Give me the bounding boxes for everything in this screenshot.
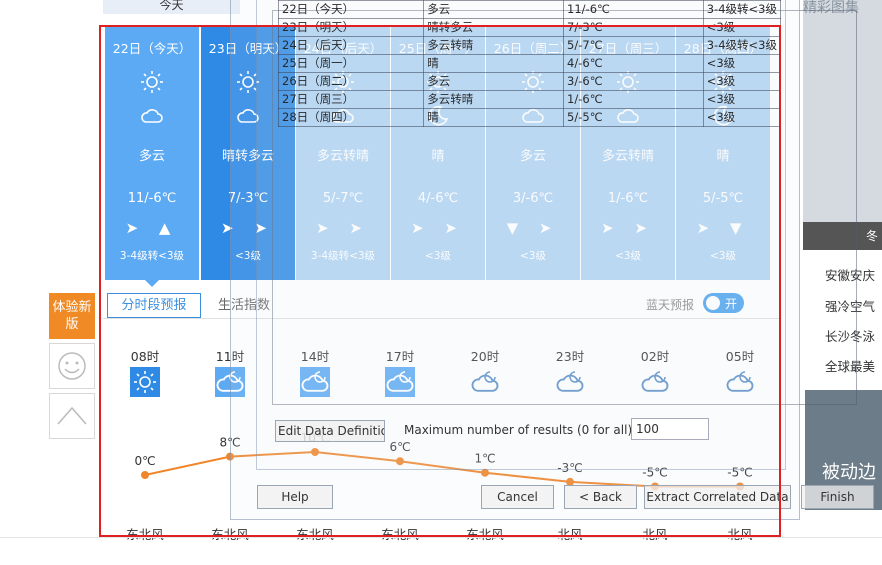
- cancel-button[interactable]: Cancel: [481, 485, 554, 509]
- hour-wind: 北风: [727, 527, 753, 542]
- day-column[interactable]: 22日（今天） 多云 11/-6℃ ➤ ▲ 3-4级转<3级: [105, 27, 199, 287]
- extract-correlated-data-button[interactable]: Extract Correlated Data: [644, 485, 791, 509]
- max-results-input[interactable]: 100: [631, 418, 709, 440]
- table-cell: 5/-5℃: [563, 108, 704, 127]
- table-row[interactable]: 25日（周一）晴 4/-6℃ <3级: [277, 54, 782, 73]
- hour-wind: 东北风: [296, 527, 334, 542]
- table-cell: <3级: [702, 108, 782, 127]
- day-temperature: 11/-6℃: [127, 191, 177, 206]
- wind-level: 3-4级转<3级: [119, 250, 185, 262]
- tab-hourly-forecast[interactable]: 分时段预报: [107, 293, 201, 318]
- table-row[interactable]: 23日（明天） 晴转多云 7/-3℃ <3级: [277, 18, 782, 37]
- today-tab[interactable]: 今天: [103, 0, 240, 14]
- max-results-label: Maximum number of results (0 for all): [404, 423, 633, 437]
- table-cell: 4/-6℃: [563, 54, 704, 73]
- hour-label: 08时: [130, 349, 160, 364]
- back-button[interactable]: < Back: [564, 485, 637, 509]
- table-cell: <3级: [702, 54, 782, 73]
- table-cell: <3级: [702, 90, 782, 109]
- cloudy-night-icon: [140, 104, 164, 128]
- back-to-top-button[interactable]: [49, 393, 95, 439]
- edit-data-definition-button[interactable]: Edit Data Definition: [275, 420, 385, 442]
- table-cell: <3级: [702, 18, 782, 37]
- table-cell: 3/-6℃: [563, 72, 704, 91]
- table-cell: 22日（今天）: [277, 0, 425, 19]
- table-cell: 26日（周二）: [277, 72, 425, 91]
- smile-icon: [58, 352, 86, 380]
- table-cell: 多云: [423, 72, 565, 91]
- table-cell: <3级: [702, 72, 782, 91]
- table-cell: 23日（明天）: [277, 18, 425, 37]
- table-cell: 多云转晴: [423, 90, 565, 109]
- partly-cloudy-icon: [140, 70, 164, 94]
- hour-wind: 东北风: [211, 527, 249, 542]
- wind-direction-icon: ➤ ▲: [125, 219, 179, 237]
- hour-wind: 东北风: [466, 527, 504, 542]
- hour-wind: 北风: [557, 527, 583, 542]
- today-tab-label: 今天: [159, 0, 184, 12]
- table-cell: 11/-6℃: [563, 0, 704, 19]
- table-cell: 24日（后天）: [277, 36, 425, 55]
- finish-button[interactable]: Finish: [801, 485, 874, 509]
- table-cell: 28日（周四）: [277, 108, 425, 127]
- page-divider: [0, 537, 882, 538]
- table-row[interactable]: 24日（后天） 多云转晴 5/-7℃ 3-4级转<3级: [277, 36, 782, 55]
- dialog-results-table: 22日（今天） 多云 11/-6℃ 3-4级转<3级 23日（明天） 晴转多云 7/-3℃ <…: [277, 0, 782, 127]
- table-cell: 晴: [423, 108, 565, 127]
- table-cell: 晴转多云: [423, 18, 565, 37]
- table-cell: 25日（周一）: [277, 54, 425, 73]
- try-new-version-button[interactable]: 体验新版: [49, 293, 95, 339]
- table-cell: 晴: [423, 54, 565, 73]
- table-row[interactable]: 27日（周三） 多云转晴 1/-6℃ <3级: [277, 90, 782, 109]
- table-row[interactable]: 26日（周二） 多云 3/-6℃ <3级: [277, 72, 782, 91]
- sunny-icon: [130, 367, 160, 397]
- temperature-label: 0℃: [134, 454, 155, 468]
- help-button[interactable]: Help: [257, 485, 333, 509]
- table-cell: 多云: [423, 0, 565, 19]
- table-cell: 27日（周三）: [277, 90, 425, 109]
- temperature-point: [141, 471, 149, 479]
- news-photo-caption: 被动边: [822, 462, 876, 483]
- table-cell: 3-4级转<3级: [702, 36, 782, 55]
- day-title: 22日（今天）: [112, 41, 192, 56]
- table-cell: 3-4级转<3级: [702, 0, 782, 19]
- table-row[interactable]: 28日（周四）晴 5/-5℃ <3级: [277, 108, 782, 127]
- feedback-button[interactable]: [49, 343, 95, 389]
- chevron-up-icon: [57, 406, 87, 425]
- hour-wind: 东北风: [126, 527, 164, 542]
- table-cell: 1/-6℃: [563, 90, 704, 109]
- table-cell: 多云转晴: [423, 36, 565, 55]
- day-condition: 多云: [138, 149, 165, 164]
- hour-wind: 北风: [642, 527, 668, 542]
- table-cell: 7/-3℃: [563, 18, 704, 37]
- hour-wind: 东北风: [381, 527, 419, 542]
- selected-caret-icon: [145, 280, 159, 287]
- table-cell: 5/-7℃: [563, 36, 704, 55]
- table-row[interactable]: 22日（今天） 多云 11/-6℃ 3-4级转<3级: [277, 0, 782, 19]
